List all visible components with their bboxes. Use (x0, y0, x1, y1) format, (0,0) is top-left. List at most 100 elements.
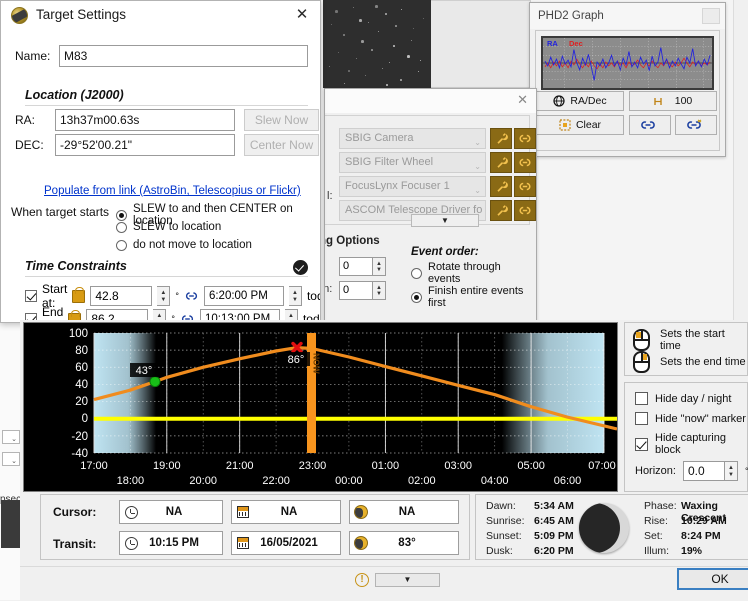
phd2-ra-legend: RA (547, 39, 558, 48)
focuser-connect-button[interactable] (514, 176, 536, 197)
camera-settings-button[interactable] (490, 128, 512, 149)
phd2-plot[interactable]: RA Dec (541, 36, 714, 90)
chevron-down-icon: ⌄ (11, 457, 17, 465)
event-order-rotate[interactable]: Rotate through events (411, 261, 536, 285)
phd2-body: RA Dec (535, 30, 720, 151)
equipment-combo-camera[interactable]: SBIG Camera ⌄ (339, 128, 486, 149)
clear-icon (559, 119, 571, 131)
background-combo-2[interactable]: ⌄ (2, 452, 20, 466)
horizon-spinner[interactable]: ▲▼ (725, 461, 738, 481)
checkbox-icon (635, 438, 648, 451)
equipment-combo-filterwheel[interactable]: SBIG Filter Wheel ⌄ (339, 152, 486, 173)
svg-text:0: 0 (82, 413, 88, 425)
horizon-row: Horizon: 0.0 ▲▼ ° (635, 461, 748, 481)
filterwheel-connect-button[interactable] (514, 152, 536, 173)
phd2-graph-window: PHD2 Graph RA Dec (529, 2, 726, 157)
phd2-unlink-button[interactable] (675, 115, 717, 135)
equipment-combo-filterwheel-value: SBIG Filter Wheel (345, 156, 433, 168)
equipment-combo-focuser[interactable]: FocusLynx Focuser 1 ⌄ (339, 176, 486, 197)
center-now-button[interactable]: Center Now (244, 134, 319, 156)
illum-label: Illum: (644, 545, 669, 557)
hide-capturing-block-option[interactable]: Hide capturing block (635, 432, 747, 456)
target-settings-dialog: Target Settings ✕ Name: M83 Location (J2… (0, 0, 321, 323)
dialog-title: Target Settings (36, 7, 126, 22)
ra-input[interactable]: 13h37m00.63s (55, 109, 235, 131)
wrench-icon (495, 156, 508, 169)
hide-day-night-option[interactable]: Hide day / night (635, 392, 731, 405)
start-option-slew-label: SLEW to location (133, 221, 221, 233)
start-altitude-input[interactable]: 42.8 (90, 286, 152, 306)
cursor-transit-panel: Cursor: NA NA NA Transit: 10:15 PM 16/05… (40, 494, 470, 560)
telescope-connect-button[interactable] (514, 200, 536, 221)
telescope-settings-button[interactable] (490, 200, 512, 221)
transit-date-value: 16/05/2021 (254, 537, 340, 549)
svg-text:06:00: 06:00 (554, 475, 582, 487)
transit-altitude-value: 83° (372, 537, 458, 549)
phd2-clear-button[interactable]: Clear (536, 115, 624, 135)
camera-connect-button[interactable] (514, 128, 536, 149)
altitude-chart-container[interactable]: 100 80 60 40 20 0 -20 -40 NOW 43° (23, 322, 618, 492)
target-settings-titlebar: Target Settings ✕ (1, 1, 320, 31)
event-order-finish[interactable]: Finish entire events first (411, 285, 536, 309)
slew-now-button[interactable]: Slew Now (244, 109, 319, 131)
option-spinner-a[interactable]: 0 (339, 257, 373, 276)
close-icon[interactable]: ✕ (517, 93, 528, 107)
lock-icon[interactable] (72, 290, 85, 303)
start-time-spinner[interactable]: ▲▼ (289, 286, 302, 306)
phd2-count-button[interactable]: 100 (629, 91, 717, 111)
hide-now-marker-option[interactable]: Hide "now" marker (635, 412, 746, 425)
clock-icon (120, 537, 142, 550)
name-input[interactable]: M83 (59, 45, 308, 67)
cursor-date-box: NA (231, 500, 341, 524)
close-icon[interactable]: ✕ (294, 7, 310, 23)
populate-from-link[interactable]: Populate from link (AstroBin, Telescopiu… (44, 185, 301, 197)
phd2-radec-label: RA/Dec (570, 95, 606, 107)
link-icon (518, 181, 532, 192)
hide-now-marker-label: Hide "now" marker (655, 413, 746, 425)
background-combo-1[interactable]: ⌄ (2, 430, 20, 444)
dec-input[interactable]: -29°52'00.21" (55, 134, 235, 156)
svg-text:60: 60 (75, 362, 88, 374)
start-altitude-spinner[interactable]: ▲▼ (157, 286, 170, 306)
start-day-label: today (307, 289, 321, 303)
time-constraints-header: Time Constraints (25, 259, 127, 273)
cursor-altitude-value: NA (372, 506, 458, 518)
svg-text:100: 100 (69, 328, 88, 340)
radio-icon (116, 222, 127, 233)
option-spinner-a-arrows[interactable]: ▲▼ (373, 257, 386, 276)
sun-moon-panel: Dawn: 5:34 AM Sunrise: 6:45 AM Sunset: 5… (475, 494, 748, 560)
focuser-settings-button[interactable] (490, 176, 512, 197)
globe-icon (350, 536, 372, 550)
phd2-minimize-button[interactable] (702, 8, 720, 24)
option-spinner-b[interactable]: 0 (339, 281, 373, 300)
ok-button[interactable]: OK (677, 568, 748, 590)
start-option-none[interactable]: do not move to location (116, 239, 252, 251)
rise-value: 10:29 AM (681, 515, 727, 527)
start-time-input[interactable]: 6:20:00 PM (204, 286, 284, 306)
equipment-combo-focuser-value: FocusLynx Focuser 1 (345, 180, 450, 192)
status-combo[interactable]: ▼ (375, 573, 440, 587)
filterwheel-settings-button[interactable] (490, 152, 512, 173)
svg-text:18:00: 18:00 (117, 475, 145, 487)
star-field-preview (323, 0, 431, 88)
horizon-input[interactable]: 0.0 (683, 461, 725, 481)
wrench-icon (495, 204, 508, 217)
link-icon[interactable] (184, 290, 199, 302)
svg-text:22:00: 22:00 (262, 475, 290, 487)
start-option-slew[interactable]: SLEW to location (116, 221, 221, 233)
equipment-expand-button[interactable]: ▼ (411, 214, 479, 227)
illum-value: 19% (681, 545, 702, 557)
transit-row-label: Transit: (53, 537, 96, 551)
start-at-checkbox[interactable] (25, 290, 37, 302)
time-constraints-divider (25, 276, 308, 277)
svg-text:80: 80 (75, 345, 88, 357)
phd2-radec-button[interactable]: RA/Dec (536, 91, 624, 111)
radio-icon (411, 292, 422, 303)
moon-phase-icon (579, 503, 629, 553)
option-spinner-b-arrows[interactable]: ▲▼ (373, 281, 386, 300)
dawn-label: Dawn: (486, 500, 516, 512)
altitude-chart[interactable]: 100 80 60 40 20 0 -20 -40 NOW 43° (24, 323, 617, 491)
phd2-link-button[interactable] (629, 115, 671, 135)
cursor-row-label: Cursor: (53, 505, 96, 519)
svg-text:20: 20 (75, 396, 88, 408)
